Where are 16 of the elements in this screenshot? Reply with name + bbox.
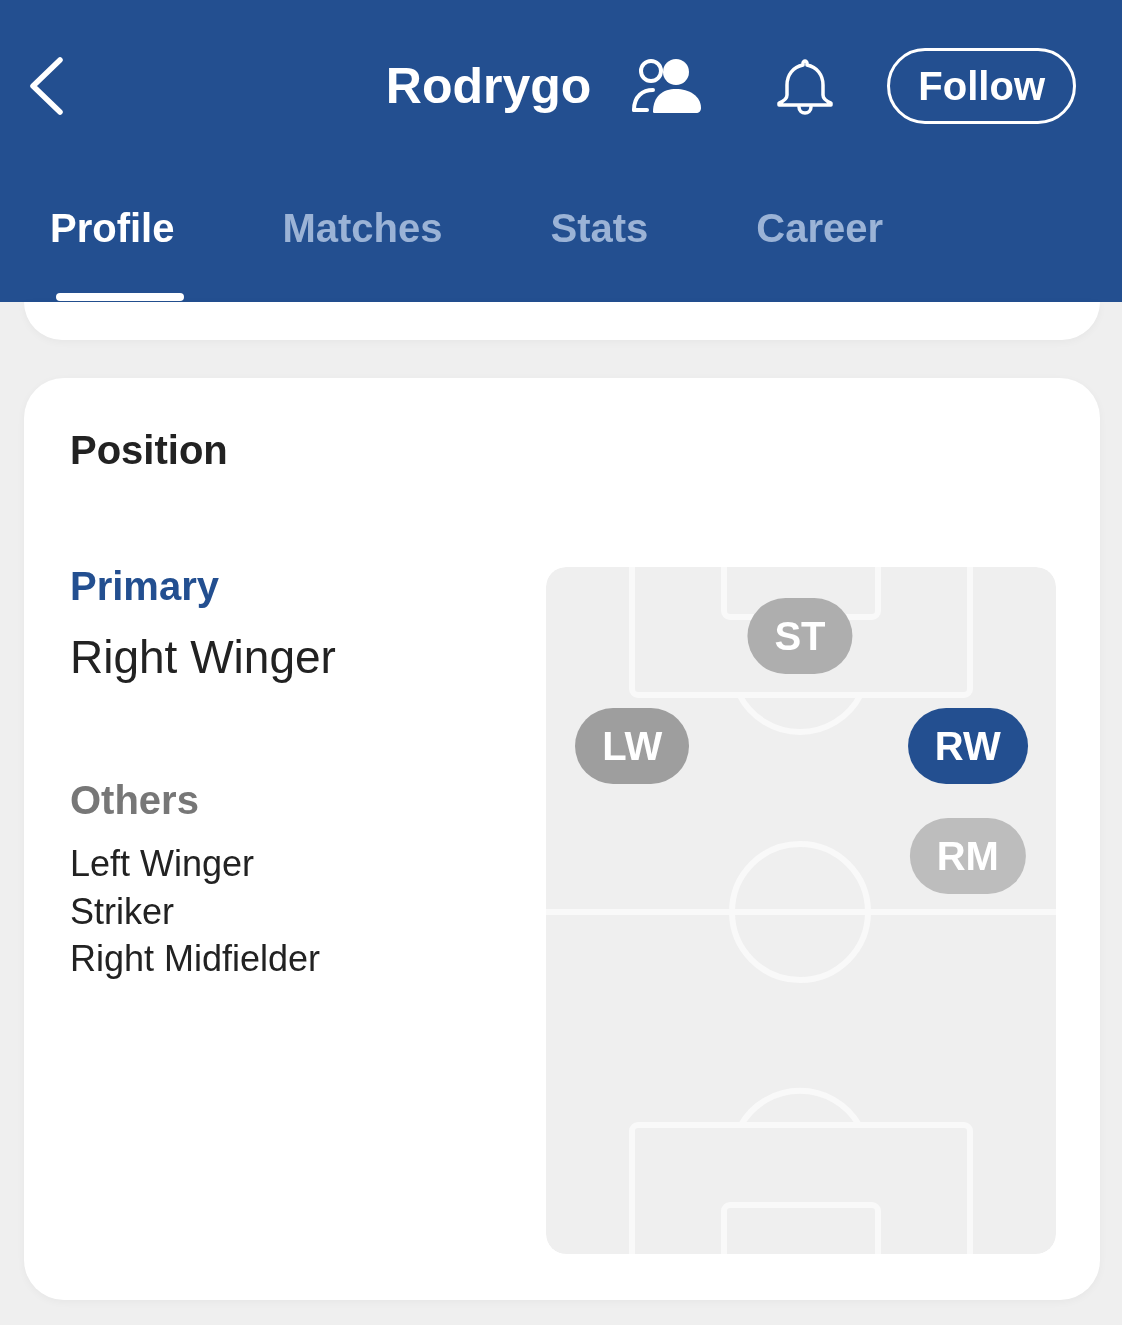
card-title: Position xyxy=(70,427,228,474)
people-icon[interactable] xyxy=(631,58,704,114)
player-name-title: Rodrygo xyxy=(385,57,592,116)
primary-label: Primary xyxy=(70,563,219,610)
bell-icon[interactable] xyxy=(775,57,836,115)
other-position-text: Left Winger xyxy=(70,842,255,886)
back-chevron-icon[interactable] xyxy=(28,57,64,115)
tab[interactable]: Matches xyxy=(282,204,453,302)
tab[interactable]: Stats xyxy=(550,204,659,302)
other-position-text: Right Midfielder xyxy=(70,937,321,981)
other-position-text: Striker xyxy=(70,889,174,934)
follow-button[interactable]: Follow xyxy=(887,48,1076,124)
primary-position-text: Right Winger xyxy=(70,630,336,685)
tab[interactable]: Profile xyxy=(50,204,185,302)
others-label: Others xyxy=(70,777,199,824)
tab[interactable]: Career xyxy=(756,204,894,302)
